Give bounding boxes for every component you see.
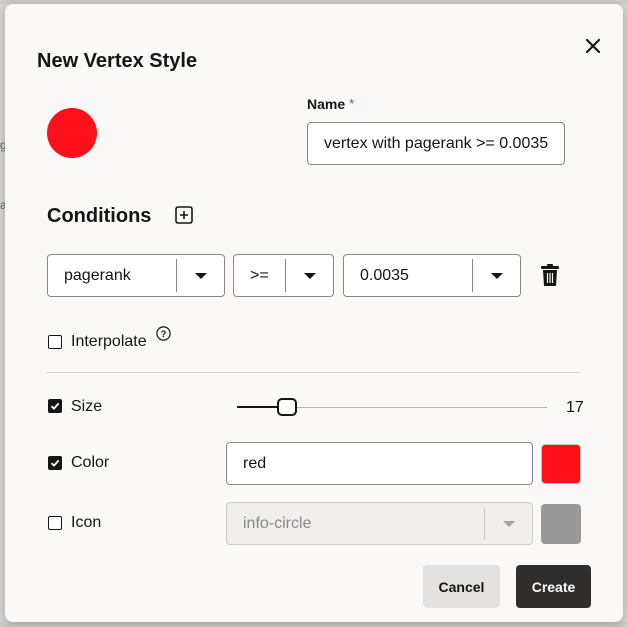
close-button[interactable] xyxy=(581,34,605,58)
section-divider xyxy=(47,372,581,373)
svg-text:?: ? xyxy=(161,329,167,340)
color-checkbox[interactable] xyxy=(48,456,62,470)
trash-icon xyxy=(541,264,559,286)
color-label: Color xyxy=(71,454,110,471)
name-input-value: vertex with pagerank >= 0.0035 xyxy=(324,134,549,152)
interpolate-checkbox[interactable] xyxy=(48,335,62,349)
size-label: Size xyxy=(71,398,103,415)
help-button[interactable]: ? xyxy=(156,326,171,341)
size-checkbox[interactable] xyxy=(48,399,62,413)
close-icon xyxy=(585,38,601,54)
condition-operator-value: >= xyxy=(250,266,269,284)
condition-property-select[interactable]: pagerank xyxy=(47,254,225,297)
chevron-down-icon[interactable] xyxy=(473,272,520,279)
condition-operator-select[interactable]: >= xyxy=(233,254,334,297)
chevron-down-icon[interactable] xyxy=(485,520,532,527)
delete-condition-button[interactable] xyxy=(541,264,559,286)
create-button[interactable]: Create xyxy=(516,565,591,608)
icon-select-value: info-circle xyxy=(243,514,312,532)
size-slider-thumb[interactable] xyxy=(276,398,297,416)
vertex-preview-circle xyxy=(47,108,97,158)
color-swatch-button[interactable] xyxy=(541,444,581,484)
condition-property-value: pagerank xyxy=(64,266,131,284)
chevron-down-icon[interactable] xyxy=(177,272,224,279)
interpolate-label: Interpolate xyxy=(71,333,147,350)
new-vertex-style-dialog: New Vertex Style Name * vertex with pager… xyxy=(5,4,623,622)
check-icon xyxy=(50,402,60,410)
conditions-heading: Conditions xyxy=(47,205,152,227)
condition-value-select[interactable]: 0.0035 xyxy=(343,254,521,297)
color-input[interactable]: red xyxy=(226,442,533,485)
check-icon xyxy=(50,459,60,467)
icon-select[interactable]: info-circle xyxy=(226,502,533,545)
condition-value-value: 0.0035 xyxy=(360,266,409,284)
icon-checkbox[interactable] xyxy=(48,516,62,530)
add-condition-button[interactable] xyxy=(174,205,194,225)
size-value: 17 xyxy=(566,399,584,416)
icon-label: Icon xyxy=(71,514,102,531)
chevron-down-icon[interactable] xyxy=(286,272,333,279)
help-circle-icon: ? xyxy=(156,326,171,341)
cancel-button[interactable]: Cancel xyxy=(423,565,500,608)
name-label: Name * xyxy=(307,96,355,112)
icon-swatch-button[interactable] xyxy=(541,504,581,544)
background-bottom-strip xyxy=(0,622,628,627)
dialog-title: New Vertex Style xyxy=(37,50,198,72)
plus-square-icon xyxy=(175,206,193,224)
required-marker: * xyxy=(349,96,355,111)
color-input-value: red xyxy=(243,454,267,472)
name-input[interactable]: vertex with pagerank >= 0.0035 xyxy=(307,122,565,165)
